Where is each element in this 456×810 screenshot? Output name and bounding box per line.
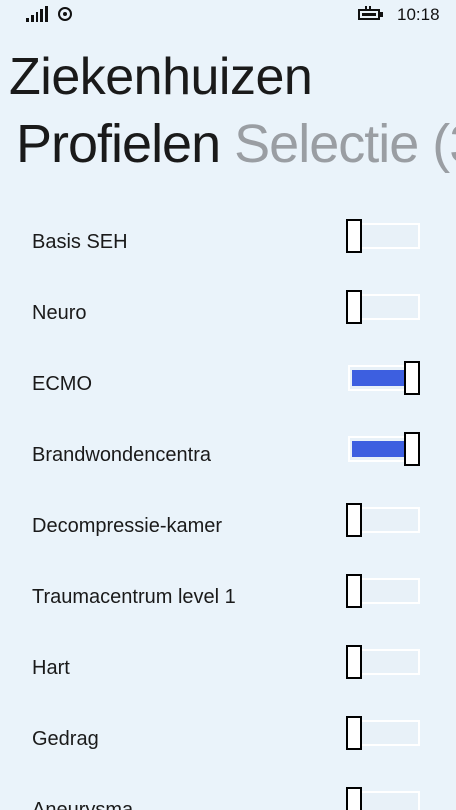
toggle-row: Traumacentrum level 1 [0, 555, 456, 626]
toggle-label: Decompressie-kamer [32, 515, 223, 537]
toggle-thumb[interactable] [404, 361, 420, 395]
toggle-thumb[interactable] [346, 574, 362, 608]
pivot-header-profielen[interactable]: Profielen [16, 112, 221, 176]
toggle-switch[interactable] [346, 432, 422, 466]
toggle-row: Neuro [0, 271, 456, 342]
toggle-label: Aneurysma [32, 799, 134, 810]
toggle-row: Basis SEH [0, 200, 456, 271]
toggle-row: Decompressie-kamer [0, 484, 456, 555]
toggle-list: Basis SEH Neuro ECMO Brandwondencentra Decom… [0, 200, 456, 810]
toggle-thumb[interactable] [346, 219, 362, 253]
toggle-thumb[interactable] [346, 290, 362, 324]
toggle-label: Traumacentrum level 1 [32, 586, 236, 608]
status-bar: 10:18 [0, 0, 456, 32]
toggle-row: Brandwondencentra [0, 413, 456, 484]
toggle-thumb[interactable] [346, 503, 362, 537]
toggle-switch[interactable] [346, 503, 422, 537]
toggle-label: Hart [32, 657, 70, 679]
toggle-fill [352, 370, 406, 386]
app-title: Ziekenhuizen [9, 48, 313, 106]
toggle-thumb[interactable] [346, 787, 362, 810]
toggle-switch[interactable] [346, 787, 422, 810]
wifi-icon [58, 7, 72, 21]
toggle-label: Brandwondencentra [32, 444, 212, 466]
toggle-row: Hart [0, 626, 456, 697]
toggle-row: Aneurysma [0, 768, 456, 810]
signal-icon [26, 6, 48, 22]
toggle-thumb[interactable] [404, 432, 420, 466]
toggle-switch[interactable] [346, 716, 422, 750]
toggle-row: ECMO [0, 342, 456, 413]
toggle-fill [352, 441, 406, 457]
toggle-switch[interactable] [346, 219, 422, 253]
toggle-label: Basis SEH [32, 231, 128, 253]
toggle-switch[interactable] [346, 645, 422, 679]
toggle-label: Gedrag [32, 728, 99, 750]
toggle-switch[interactable] [346, 574, 422, 608]
toggle-thumb[interactable] [346, 716, 362, 750]
toggle-switch[interactable] [346, 361, 422, 395]
pivot-headers: Profielen Selectie (3 [16, 112, 456, 178]
toggle-thumb[interactable] [346, 645, 362, 679]
toggle-row: Gedrag [0, 697, 456, 768]
pivot-header-selectie[interactable]: Selectie (3 [234, 112, 456, 176]
toggle-label: Neuro [32, 302, 87, 324]
toggle-switch[interactable] [346, 290, 422, 324]
battery-charging-icon [356, 6, 384, 22]
toggle-label: ECMO [32, 373, 92, 395]
status-clock: 10:18 [397, 5, 440, 24]
